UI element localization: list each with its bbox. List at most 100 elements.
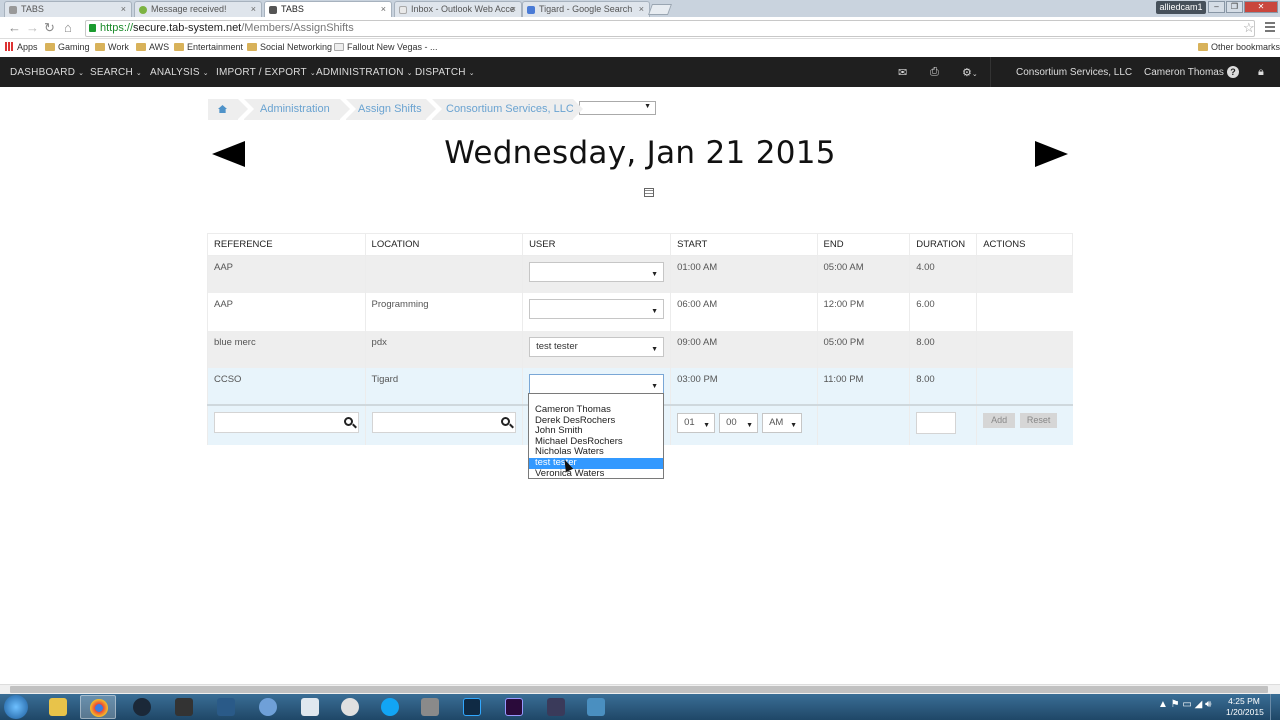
breadcrumb-item-assign-shifts[interactable]: Assign Shifts	[346, 99, 436, 120]
nav-import-export[interactable]: IMPORT / EXPORT ⌄	[216, 67, 316, 78]
other-bookmarks[interactable]: Other bookmarks	[1198, 42, 1280, 52]
taskbar-chrome[interactable]	[80, 695, 116, 719]
search-icon[interactable]	[501, 416, 511, 426]
nav-dashboard[interactable]: DASHBOARD ⌄	[10, 67, 84, 78]
bookmark-folder[interactable]: Social Networking	[247, 42, 332, 52]
column-header-end[interactable]: END	[816, 233, 911, 256]
cell-duration: 6.00	[909, 292, 977, 331]
user-select[interactable]: ▼	[529, 298, 665, 319]
show-desktop-button[interactable]	[1270, 694, 1280, 720]
breadcrumb-select[interactable]: ▼	[579, 101, 656, 115]
bookmark-star-icon[interactable]: ☆	[1243, 20, 1255, 36]
browser-user-chip[interactable]: alliedcam1	[1156, 1, 1206, 14]
browser-menu-icon[interactable]	[1265, 22, 1275, 34]
taskbar-app[interactable]	[292, 695, 328, 719]
nav-administration[interactable]: ADMINISTRATION ⌄	[316, 67, 413, 78]
taskbar-steam[interactable]	[124, 695, 160, 719]
nav-dispatch[interactable]: DISPATCH ⌄	[415, 67, 475, 78]
gear-icon[interactable]: ⚙⌄	[962, 66, 978, 79]
start-button[interactable]	[4, 695, 28, 719]
app-icon	[341, 698, 359, 716]
forward-icon[interactable]: →	[26, 21, 39, 34]
add-button[interactable]: Add	[983, 412, 1016, 428]
bookmark-folder[interactable]: AWS	[136, 42, 169, 52]
taskbar-app[interactable]	[332, 695, 368, 719]
taskbar-app[interactable]	[208, 695, 244, 719]
taskbar-app[interactable]	[538, 695, 574, 719]
browser-tab[interactable]: TABS ×	[4, 1, 132, 17]
breadcrumb-home[interactable]	[208, 99, 248, 120]
reload-icon[interactable]: ↻	[44, 21, 55, 34]
url-scheme: https://	[100, 22, 134, 34]
taskbar-app[interactable]	[412, 695, 448, 719]
user-select[interactable]: ▼	[529, 262, 665, 282]
taskbar-skype[interactable]	[372, 695, 408, 719]
print-icon[interactable]: ⎙	[930, 66, 939, 79]
taskbar-app[interactable]	[250, 695, 286, 719]
browser-tab[interactable]: Inbox - Outlook Web Acce ×	[394, 1, 522, 17]
scrollbar-thumb[interactable]	[10, 686, 1268, 693]
column-header-reference[interactable]: REFERENCE	[207, 233, 366, 256]
taskbar-explorer[interactable]	[40, 695, 76, 719]
dropdown-option[interactable]: Veronica Waters	[529, 468, 663, 480]
calendar-icon[interactable]	[644, 188, 654, 197]
reference-search-input[interactable]	[214, 411, 359, 433]
bookmark-folder[interactable]: Entertainment	[174, 42, 243, 52]
nav-analysis[interactable]: ANALYSIS ⌄	[150, 67, 209, 78]
mail-icon[interactable]: ✉	[898, 66, 907, 79]
close-icon[interactable]: ×	[511, 4, 516, 14]
user-select-open[interactable]: ▼	[529, 373, 665, 394]
nav-search[interactable]: SEARCH ⌄	[90, 67, 142, 78]
taskbar-app[interactable]	[166, 695, 202, 719]
restore-button[interactable]: ❐	[1226, 1, 1243, 13]
close-icon[interactable]: ×	[121, 4, 126, 14]
user-name[interactable]: Cameron Thomas	[1144, 67, 1224, 78]
lock-icon[interactable]: 🔒︎	[1258, 66, 1264, 79]
browser-tab[interactable]: Message received! ×	[134, 1, 262, 17]
company-name[interactable]: Consortium Services, LLC	[1016, 67, 1132, 78]
help-icon[interactable]: ?	[1227, 66, 1239, 78]
search-icon[interactable]	[343, 416, 353, 426]
taskbar-app[interactable]	[578, 695, 614, 719]
browser-tab-active[interactable]: TABS ×	[264, 1, 392, 18]
close-icon[interactable]: ×	[639, 4, 644, 14]
taskbar-clock[interactable]: 4:25 PM 1/20/2015	[1226, 696, 1264, 718]
duration-input[interactable]	[916, 411, 957, 434]
close-icon[interactable]: ×	[251, 4, 256, 14]
back-icon[interactable]: ←	[8, 21, 21, 34]
dropdown-option-highlighted[interactable]: test tester	[529, 457, 663, 469]
tab-title: TABS	[281, 4, 304, 14]
system-tray[interactable]: ▲ ⚑ ▭ ◢ 🔊︎	[1158, 699, 1211, 710]
taskbar-premiere[interactable]	[496, 695, 532, 719]
minute-select[interactable]: 00 ▼	[719, 412, 759, 433]
address-bar[interactable]: https://secure.tab-system.net/Members/As…	[85, 20, 1255, 37]
horizontal-scrollbar[interactable]	[0, 684, 1280, 694]
reset-button[interactable]: Reset	[1020, 412, 1058, 428]
ampm-select[interactable]: AM ▼	[762, 412, 803, 433]
column-header-user[interactable]: USER	[522, 233, 672, 256]
hour-select[interactable]: 01 ▼	[677, 412, 716, 433]
dropdown-option[interactable]: Cameron Thomas	[529, 404, 663, 416]
chrome-icon	[90, 699, 108, 717]
column-header-start[interactable]: START	[670, 233, 818, 256]
breadcrumb-item-administration[interactable]: Administration	[244, 99, 350, 120]
next-day-arrow-icon[interactable]	[1035, 141, 1068, 167]
bookmark-apps[interactable]: Apps	[5, 42, 38, 52]
bookmark-page[interactable]: Fallout New Vegas - ...	[334, 42, 438, 52]
column-header-location[interactable]: LOCATION	[364, 233, 524, 256]
user-select[interactable]: test tester ▼	[529, 336, 665, 357]
bookmark-folder[interactable]: Gaming	[45, 42, 90, 52]
bookmark-folder[interactable]: Work	[95, 42, 129, 52]
home-icon[interactable]: ⌂	[64, 21, 72, 34]
new-tab-button[interactable]	[647, 4, 673, 15]
window-close-button[interactable]: ✕	[1244, 1, 1278, 13]
close-icon[interactable]: ×	[381, 4, 386, 14]
location-search-input[interactable]	[371, 411, 517, 433]
browser-tab[interactable]: Tigard - Google Search ×	[522, 1, 650, 17]
breadcrumb-item-company[interactable]: Consortium Services, LLC	[432, 99, 583, 120]
column-header-duration[interactable]: DURATION	[909, 233, 978, 256]
cell-duration: 4.00	[909, 255, 977, 293]
taskbar-photoshop[interactable]	[454, 695, 490, 719]
minimize-button[interactable]: –	[1208, 1, 1225, 13]
previous-day-arrow-icon[interactable]	[212, 141, 245, 167]
